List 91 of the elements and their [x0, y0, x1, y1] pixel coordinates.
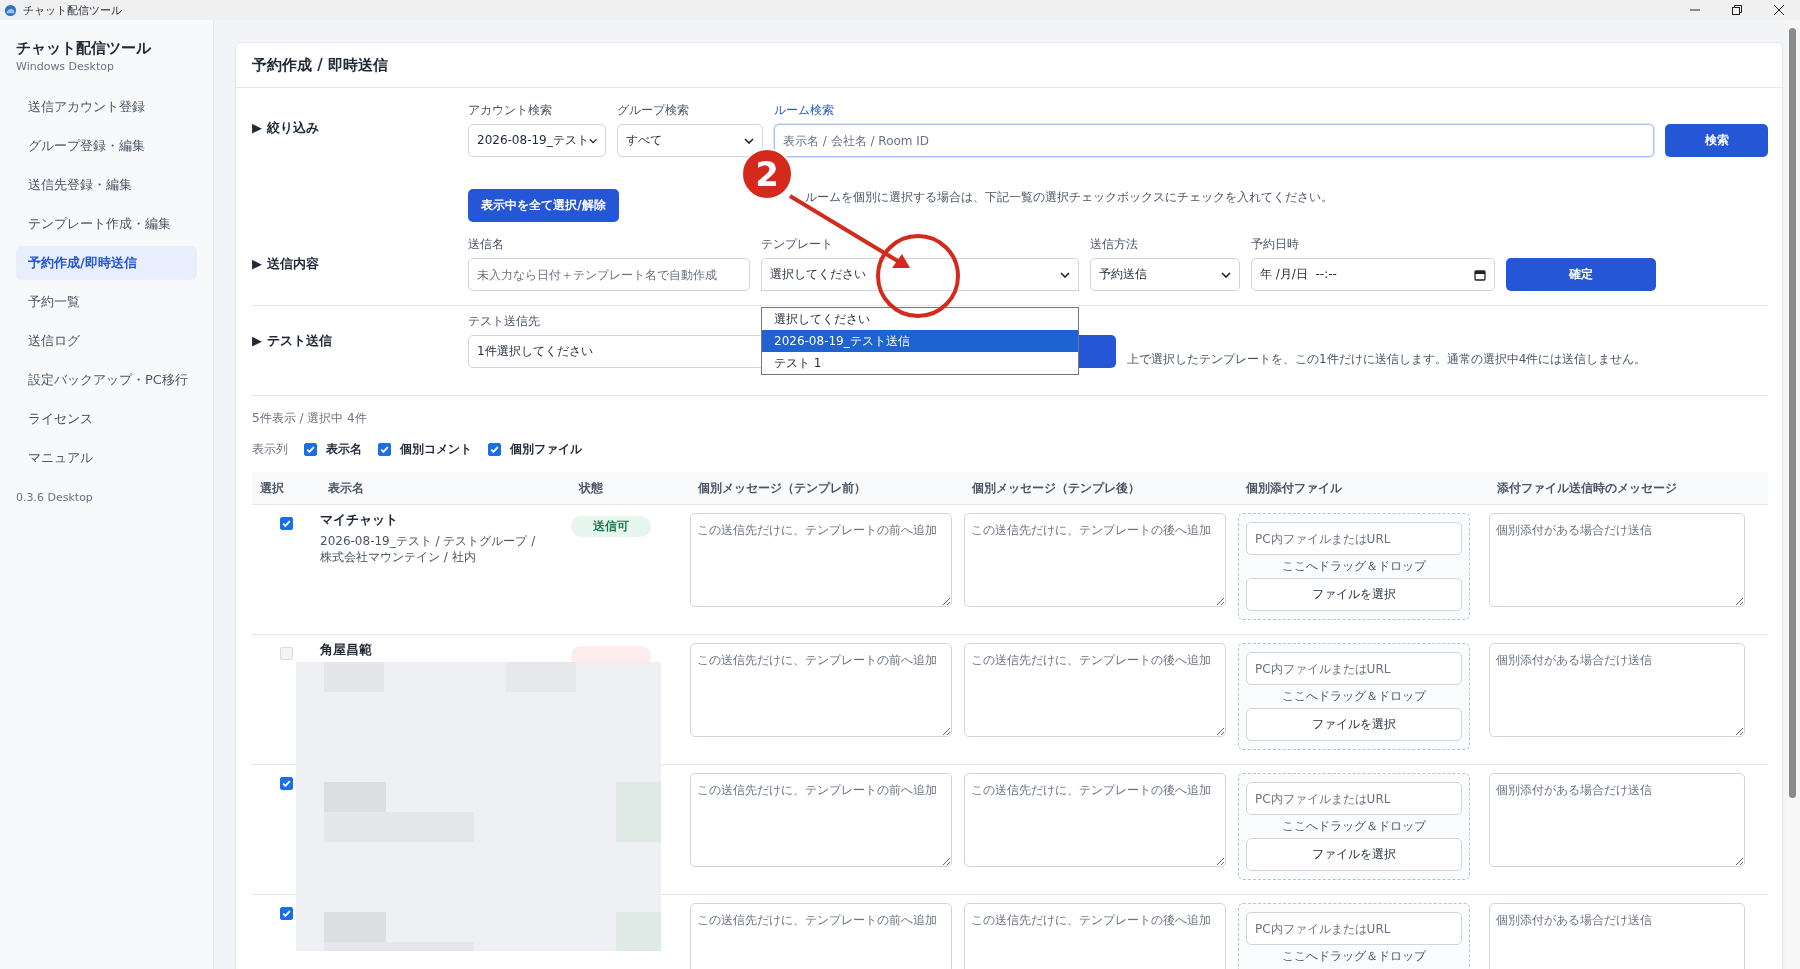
- field-label: 予約日時: [1251, 236, 1299, 253]
- section-heading: ▶ 絞り込み: [252, 119, 320, 137]
- summary-text: 5件表示 / 選択中 4件: [252, 410, 368, 427]
- send-name-field[interactable]: 未入力なら日付＋テンプレート名で自動作成: [468, 258, 750, 291]
- checkbox[interactable]: [488, 443, 501, 456]
- dropdown-option[interactable]: 2026-08-19_テスト送信: [762, 330, 1078, 352]
- column-header: 添付ファイル送信時のメッセージ: [1496, 479, 1678, 497]
- drop-hint: ここへドラッグ＆ドロップ: [1282, 948, 1426, 965]
- toggle-label: 表示列: [252, 441, 288, 458]
- column-header: 選択: [259, 479, 285, 497]
- row-checkbox[interactable]: [279, 517, 293, 530]
- drop-zone[interactable]: PC内ファイルまたはURL ここへドラッグ＆ドロップ: [1238, 903, 1470, 969]
- hint-text: ルームを個別に選択する場合は、下記一覧の選択チェックボックスにチェックを入れてください。: [805, 189, 1333, 206]
- attachment-message-field[interactable]: 個別添付がある場合だけ送信: [1489, 903, 1745, 969]
- recipient-name: マイチャット: [320, 511, 399, 529]
- section-heading: ▶ 送信内容: [252, 255, 320, 273]
- row-checkbox[interactable]: [279, 777, 293, 790]
- file-path-field[interactable]: PC内ファイルまたはURL: [1246, 912, 1462, 945]
- app-subtitle: Windows Desktop: [16, 60, 115, 73]
- attachment-message-field[interactable]: 個別添付がある場合だけ送信: [1489, 773, 1745, 867]
- section-heading: ▶ テスト送信: [252, 332, 333, 350]
- chevron-icon[interactable]: [588, 137, 597, 144]
- message-before-field[interactable]: この送信先だけに、テンプレートの前へ追加: [690, 773, 952, 867]
- column-header: 状態: [577, 479, 604, 497]
- sidebar-item[interactable]: マニュアル: [16, 441, 197, 475]
- drop-hint: ここへドラッグ＆ドロップ: [1282, 688, 1426, 705]
- choose-file-button[interactable]: ファイルを選択: [1246, 578, 1462, 611]
- file-path-field[interactable]: PC内ファイルまたはURL: [1246, 522, 1462, 555]
- checkbox-label: 個別コメント: [400, 441, 472, 458]
- restore-icon[interactable]: [1732, 5, 1742, 15]
- field-label: ルーム検索: [774, 102, 834, 119]
- sidebar-item[interactable]: 予約一覧: [16, 285, 197, 319]
- checkbox[interactable]: [304, 443, 317, 456]
- calendar-icon[interactable]: [1474, 268, 1486, 281]
- choose-file-button[interactable]: ファイルを選択: [1246, 838, 1462, 871]
- search-button[interactable]: 検索: [1665, 124, 1768, 157]
- message-before-field[interactable]: この送信先だけに、テンプレートの前へ追加: [690, 513, 952, 607]
- app-icon: [4, 3, 17, 17]
- sidebar-item[interactable]: 送信ログ: [16, 324, 197, 358]
- drop-zone[interactable]: PC内ファイルまたはURL ここへドラッグ＆ドロップ ファイルを選択: [1238, 773, 1470, 880]
- drop-zone[interactable]: PC内ファイルまたはURL ここへドラッグ＆ドロップ ファイルを選択: [1238, 513, 1470, 620]
- drop-hint: ここへドラッグ＆ドロップ: [1282, 558, 1426, 575]
- method-select[interactable]: 予約送信: [1090, 258, 1240, 291]
- field-label: 送信名: [468, 236, 504, 253]
- row-checkbox[interactable]: [279, 907, 293, 920]
- select-all-button[interactable]: 表示中を全て選択/解除: [468, 189, 619, 222]
- sidebar-item[interactable]: 設定バックアップ・PC移行: [16, 363, 197, 397]
- field-label: テンプレート: [761, 236, 833, 253]
- checkbox-label: 表示名: [326, 441, 362, 458]
- account-select[interactable]: 2026-08-19_テスト: [468, 124, 606, 157]
- window-title: チャット配信ツール: [23, 2, 122, 18]
- sidebar-item[interactable]: ライセンス: [16, 402, 197, 436]
- field-label: グループ検索: [617, 102, 689, 119]
- column-header: 個別メッセージ（テンプレ前）: [697, 479, 867, 497]
- field-label: 送信方法: [1090, 236, 1138, 253]
- column-header: 表示名: [327, 479, 365, 497]
- datetime-field[interactable]: 年 /月/日 --:--: [1251, 258, 1495, 291]
- recipient-path: 2026-08-19_テスト / テストグループ / 株式会社マウンテイン / 社内: [320, 533, 537, 565]
- checkbox-label: 個別ファイル: [510, 441, 582, 458]
- note-text: 上で選択したテンプレートを、この1件だけに送信します。通常の選択中4件には送信しません。: [1127, 351, 1647, 368]
- field-label: テスト送信先: [468, 313, 540, 330]
- chevron-icon[interactable]: [1060, 271, 1070, 278]
- column-header: 個別メッセージ（テンプレ後）: [971, 479, 1141, 497]
- close-icon[interactable]: [1774, 5, 1784, 15]
- sidebar-item[interactable]: テンプレート作成・編集: [16, 207, 197, 241]
- message-before-field[interactable]: この送信先だけに、テンプレートの前へ追加: [690, 903, 952, 969]
- chevron-icon[interactable]: [744, 137, 754, 144]
- message-after-field[interactable]: この送信先だけに、テンプレートの後へ追加: [964, 513, 1226, 607]
- recipient-name: 角屋昌範: [320, 641, 373, 659]
- sidebar-item[interactable]: 送信アカウント登録: [16, 90, 197, 124]
- message-after-field[interactable]: この送信先だけに、テンプレートの後へ追加: [964, 773, 1226, 867]
- page-title: 予約作成 / 即時送信: [252, 55, 388, 75]
- sidebar-item[interactable]: 予約作成/即時送信: [16, 246, 197, 280]
- column-header: 個別添付ファイル: [1245, 479, 1343, 497]
- sidebar-item[interactable]: グループ登録・編集: [16, 129, 197, 163]
- file-path-field[interactable]: PC内ファイルまたはURL: [1246, 782, 1462, 815]
- attachment-message-field[interactable]: 個別添付がある場合だけ送信: [1489, 513, 1745, 607]
- dropdown-option[interactable]: 選択してください: [762, 308, 1078, 330]
- app-name: チャット配信ツール: [16, 39, 152, 58]
- room-search-field[interactable]: 表示名 / 会社名 / Room ID: [774, 124, 1654, 157]
- status-badge: 送信可: [571, 516, 651, 537]
- template-select[interactable]: 選択してください: [761, 258, 1079, 291]
- group-select[interactable]: すべて: [617, 124, 763, 157]
- field-label: アカウント検索: [468, 102, 552, 119]
- version-label: 0.3.6 Desktop: [16, 491, 94, 504]
- message-after-field[interactable]: この送信先だけに、テンプレートの後へ追加: [964, 903, 1226, 969]
- drop-hint: ここへドラッグ＆ドロップ: [1282, 818, 1426, 835]
- confirm-button[interactable]: 確定: [1506, 258, 1656, 291]
- chevron-icon[interactable]: [1221, 271, 1231, 278]
- checkbox[interactable]: [378, 443, 391, 456]
- sidebar-item[interactable]: 送信先登録・編集: [16, 168, 197, 202]
